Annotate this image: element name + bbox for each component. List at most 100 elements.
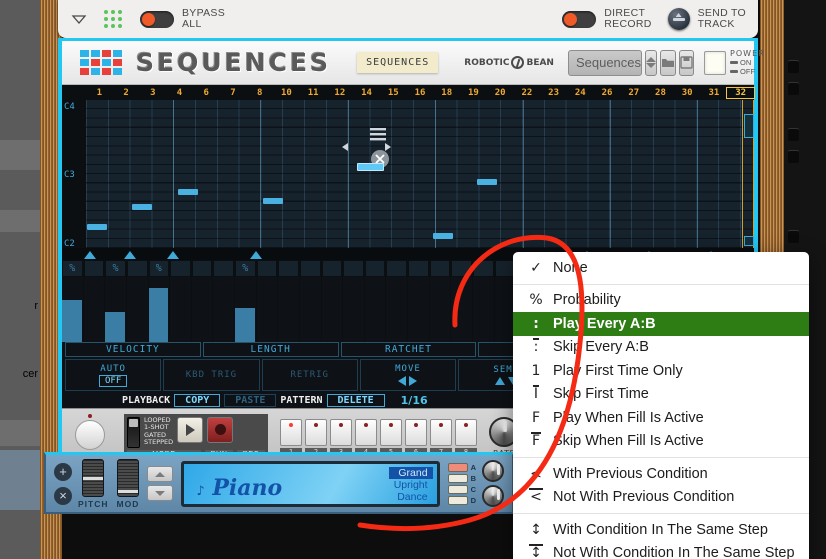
subtab-pattern[interactable]: PATTERN (280, 395, 322, 406)
pattern-step-6[interactable]: 6 (405, 419, 427, 456)
ruler-tick-23[interactable]: 23 (540, 88, 567, 98)
ruler-tick-19[interactable]: 19 (460, 88, 487, 98)
pad-row-C[interactable]: C (447, 484, 476, 494)
lane-bar[interactable] (148, 288, 169, 342)
pad-A[interactable] (447, 462, 468, 472)
ruler-tick-20[interactable]: 20 (487, 88, 514, 98)
ruler-tick-26[interactable]: 26 (594, 88, 621, 98)
control-kbd-trig[interactable]: KBD TRIG (163, 359, 260, 391)
ruler-tick-31[interactable]: 31 (701, 88, 728, 98)
ruler-tick-16[interactable]: 16 (407, 88, 434, 98)
preset-dance[interactable]: Dance (389, 491, 433, 503)
menu-item-play-every-a-b[interactable]: : Play Every A:B (513, 312, 809, 336)
pitch-wheel[interactable] (82, 458, 105, 497)
subtab-delete[interactable]: DELETE (326, 394, 385, 407)
lane-cell-head[interactable] (429, 260, 451, 277)
pad-row-A[interactable]: A (447, 462, 476, 472)
preset-grand[interactable]: Grand (388, 466, 433, 479)
ruler-tick-4[interactable]: 4 (166, 88, 193, 98)
pattern-step-8[interactable]: 8 (455, 419, 477, 456)
scroll-down-icon[interactable] (744, 236, 754, 246)
lane-cell-head[interactable] (256, 260, 278, 277)
control-auto[interactable]: AUTO OFF (65, 359, 162, 391)
lane-cell-6[interactable] (170, 260, 192, 342)
note[interactable] (132, 204, 152, 210)
bypass-all-toggle[interactable] (140, 10, 174, 28)
step-ruler[interactable]: 1234567891011121314151617181920212223242… (61, 85, 755, 468)
tab-length[interactable]: LENGTH (202, 342, 339, 357)
ruler-tick-24[interactable]: 24 (567, 88, 594, 98)
subtab-playback[interactable]: PLAYBACK (122, 395, 170, 406)
lane-cell-head[interactable] (408, 260, 429, 277)
arrow-left-icon[interactable] (398, 376, 407, 386)
chevron-down-icon[interactable] (70, 10, 88, 28)
menu-item-with-condition-in-the-same-step[interactable]: ↕ With Condition In The Same Step (513, 518, 809, 542)
instrument-knob-1[interactable] (482, 460, 504, 482)
lane-cell-17[interactable] (408, 260, 430, 342)
lane-cell-head[interactable] (83, 260, 105, 277)
lane-cell-head[interactable] (451, 260, 472, 277)
power-button[interactable] (704, 50, 727, 75)
ruler-tick-18[interactable]: 18 (433, 88, 460, 98)
ruler-tick-14[interactable]: 14 (353, 88, 380, 98)
lane-cell-head[interactable] (386, 260, 407, 277)
lane-cell-10[interactable] (256, 260, 279, 342)
direct-record-toggle[interactable] (562, 10, 597, 28)
pad-row-D[interactable]: D (447, 495, 476, 505)
note[interactable] (433, 233, 453, 239)
note-resize-left[interactable] (342, 143, 348, 151)
lane-cell-head[interactable] (343, 260, 364, 277)
lane-bar[interactable] (62, 300, 82, 342)
lane-cell-head[interactable] (213, 260, 234, 277)
close-circle-icon[interactable]: × (54, 486, 72, 505)
lane-cell-head[interactable]: % (148, 260, 170, 277)
ruler-tick-1[interactable]: 1 (86, 88, 113, 98)
ruler-tick-11[interactable]: 11 (300, 88, 327, 98)
preset-vibes[interactable]: Vibes (389, 503, 433, 504)
preset-upright[interactable]: Upright (389, 479, 433, 491)
arrow-up-icon[interactable] (494, 377, 505, 385)
ruler-tick-2[interactable]: 2 (113, 88, 140, 98)
pad-C[interactable] (447, 484, 468, 494)
lane-cell-18[interactable] (429, 260, 452, 342)
save-button[interactable] (679, 49, 695, 76)
lane-cell-20[interactable] (472, 260, 495, 342)
lane-bar[interactable] (235, 308, 255, 342)
instrument-preset-list[interactable]: GrandUprightDanceVibes (388, 466, 433, 504)
dot-grid-icon[interactable] (104, 10, 122, 28)
ruler-tick-10[interactable]: 10 (273, 88, 300, 98)
pattern-step-button[interactable] (280, 419, 302, 446)
preset-name-field[interactable]: Sequences (567, 49, 643, 76)
lane-cell-head[interactable] (364, 260, 386, 277)
lane-cell-head[interactable] (299, 260, 321, 277)
send-to-track-icon[interactable] (667, 8, 690, 30)
lane-cell-16[interactable] (386, 260, 408, 342)
note[interactable] (178, 189, 198, 195)
pattern-step-button[interactable] (355, 419, 377, 446)
ruler-tick-6[interactable]: 6 (193, 88, 220, 98)
menu-item-with-previous-condition[interactable]: < With Previous Condition (513, 462, 809, 486)
tab-velocity[interactable]: VELOCITY (65, 342, 201, 357)
lane-cell-head[interactable] (126, 260, 148, 277)
lane-cell-head[interactable]: % (62, 260, 83, 277)
ruler-tick-27[interactable]: 27 (620, 88, 647, 98)
instrument-stepper-up[interactable] (147, 466, 174, 482)
chevron-down-icon[interactable] (646, 63, 657, 68)
menu-item-play-first-time-only[interactable]: 1 Play First Time Only (513, 359, 809, 383)
ruler-tick-22[interactable]: 22 (514, 88, 541, 98)
chevron-up-icon[interactable] (646, 57, 657, 62)
lane-cell-11[interactable] (278, 260, 300, 342)
lane-cell-head[interactable] (191, 260, 213, 277)
rec-button[interactable] (207, 416, 234, 443)
open-folder-button[interactable] (660, 49, 677, 76)
lane-cell-2[interactable] (83, 260, 106, 342)
ruler-tick-7[interactable]: 7 (220, 88, 247, 98)
lane-cell-head[interactable]: % (235, 260, 256, 277)
lane-cell-14[interactable] (343, 260, 365, 342)
lane-cell-19[interactable] (451, 260, 473, 342)
ruler-tick-12[interactable]: 12 (326, 88, 353, 98)
note[interactable] (263, 198, 283, 204)
pattern-step-button[interactable] (330, 419, 352, 446)
lane-cell-head[interactable] (170, 260, 191, 277)
ruler-tick-3[interactable]: 3 (139, 88, 166, 98)
